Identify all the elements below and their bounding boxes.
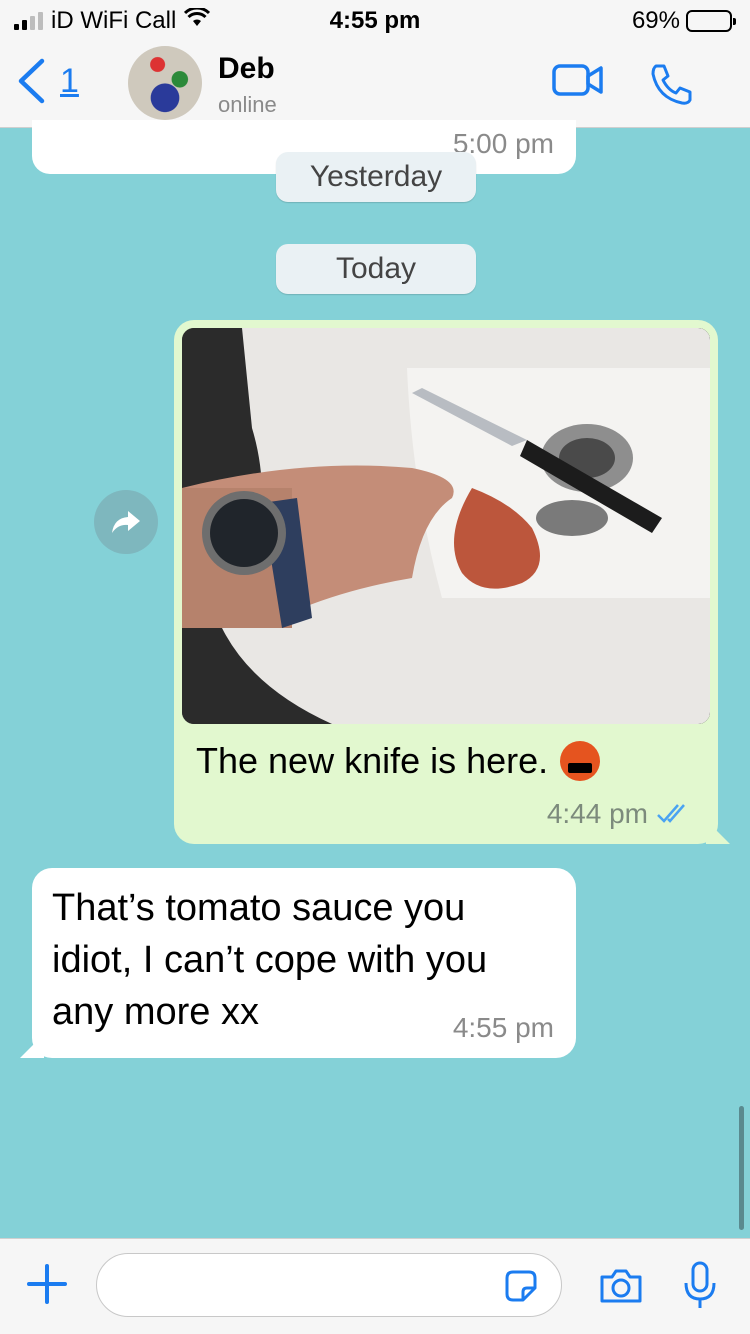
message-caption: The new knife is here. xyxy=(196,740,601,782)
angry-face-emoji-icon xyxy=(560,741,601,781)
chat-header: 1 Deb online xyxy=(0,40,750,128)
scrollbar[interactable] xyxy=(739,1106,744,1230)
forward-button[interactable] xyxy=(94,490,158,554)
date-divider-yesterday: Yesterday xyxy=(276,152,476,202)
status-bar: iD WiFi Call 4:55 pm 69% xyxy=(0,0,750,40)
microphone-icon xyxy=(684,1261,716,1308)
sticker-icon xyxy=(505,1270,537,1302)
avatar[interactable] xyxy=(128,46,202,120)
message-input-field[interactable] xyxy=(96,1253,562,1317)
camera-button[interactable] xyxy=(598,1267,644,1310)
phone-icon xyxy=(651,64,692,105)
double-check-icon xyxy=(657,804,685,823)
chevron-left-icon xyxy=(18,58,45,104)
message-time: 4:55 pm xyxy=(452,1012,554,1043)
caption-text: The new knife is here. xyxy=(196,740,549,781)
attach-button[interactable] xyxy=(26,1263,68,1310)
message-photo[interactable] xyxy=(182,328,710,724)
sticker-button[interactable] xyxy=(503,1268,539,1309)
voice-message-button[interactable] xyxy=(682,1261,718,1316)
unread-count: 1 xyxy=(60,61,79,100)
message-meta: 4:44 pm xyxy=(547,798,696,830)
camera-icon xyxy=(600,1269,642,1303)
battery-icon xyxy=(686,10,736,32)
contact-name[interactable]: Deb xyxy=(218,52,275,86)
photo-image xyxy=(182,328,710,724)
back-button[interactable]: 1 xyxy=(16,58,79,104)
incoming-message-bubble[interactable]: That’s tomato sauce you idiot, I can’t c… xyxy=(32,868,576,1058)
contact-status: online xyxy=(218,92,277,117)
message-time: 4:44 pm xyxy=(546,798,648,829)
video-call-button[interactable] xyxy=(552,62,604,103)
message-input[interactable] xyxy=(117,1254,497,1316)
video-camera-icon xyxy=(552,64,603,96)
date-divider-today: Today xyxy=(276,244,476,294)
plus-icon xyxy=(27,1264,67,1304)
input-bar xyxy=(0,1238,750,1334)
voice-call-button[interactable] xyxy=(650,62,694,111)
battery-group: 69% xyxy=(631,7,736,35)
forward-arrow-icon xyxy=(112,511,140,533)
outgoing-message-bubble[interactable]: The new knife is here. 4:44 pm xyxy=(174,320,718,844)
battery-percent: 69% xyxy=(631,7,680,34)
